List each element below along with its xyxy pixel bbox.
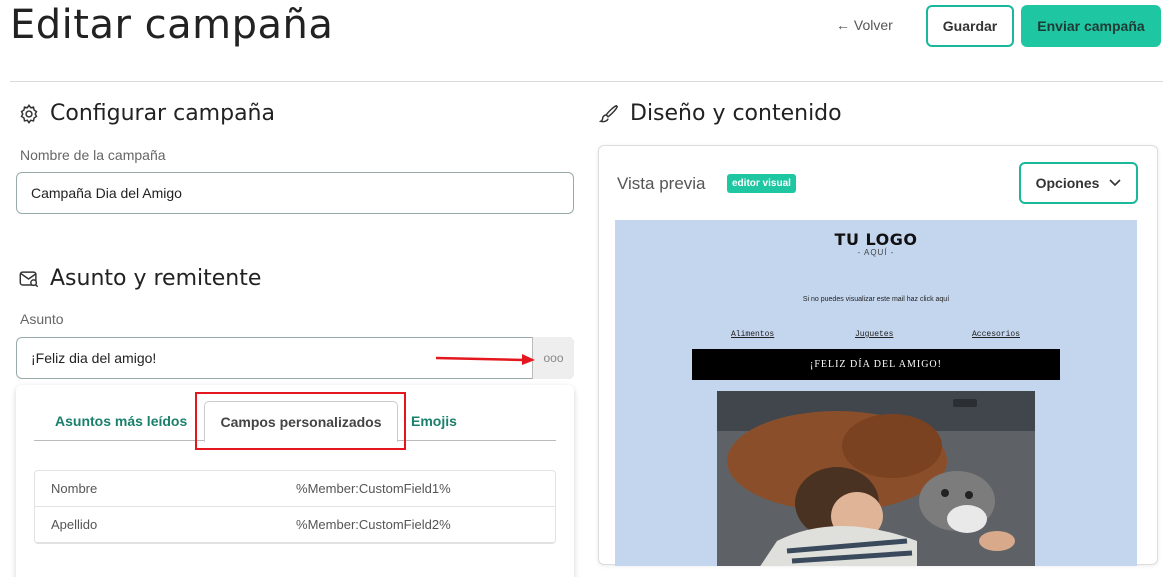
more-icon: ooo — [543, 351, 564, 365]
save-button[interactable]: Guardar — [926, 5, 1014, 47]
email-nav-accesorios[interactable]: Accesorios — [972, 330, 1020, 339]
field-tag: %Member:CustomField2% — [296, 517, 451, 532]
chevron-down-icon — [1109, 179, 1121, 187]
mail-search-icon — [19, 270, 39, 287]
annotation-arrow-icon — [436, 354, 535, 365]
subject-label: Asunto — [20, 311, 64, 327]
back-link[interactable]: ← Volver — [836, 17, 893, 33]
campaign-name-label: Nombre de la campaña — [20, 147, 166, 163]
config-section-title: Configurar campaña — [50, 101, 275, 126]
field-name: Apellido — [51, 517, 98, 532]
email-nav-juguetes[interactable]: Juguetes — [855, 330, 893, 339]
email-logo-sub: - AQUÍ - — [857, 248, 895, 257]
page-title: Editar campaña — [10, 2, 334, 48]
preview-label: Vista previa — [617, 174, 706, 193]
tab-asuntos-mas-leidos[interactable]: Asuntos más leídos — [55, 413, 187, 429]
subject-section-heading: Asunto y remitente — [18, 266, 261, 291]
email-nav-alimentos[interactable]: Alimentos — [731, 330, 774, 339]
design-section-title: Diseño y contenido — [630, 101, 842, 126]
preview-card: Vista previa editor visual Opciones TU L… — [598, 145, 1158, 566]
annotation-highlight-box — [195, 392, 406, 450]
send-campaign-button[interactable]: Enviar campaña — [1021, 5, 1161, 47]
email-logo: TU LOGO — [834, 230, 918, 249]
subject-section-title: Asunto y remitente — [50, 266, 262, 291]
email-notice: Si no puedes visualizar este mail haz cl… — [802, 296, 950, 303]
campaign-name-value: Campaña Dia del Amigo — [31, 185, 182, 201]
subject-more-button[interactable]: ooo — [532, 337, 574, 379]
gear-icon — [20, 103, 38, 124]
field-tag: %Member:CustomField1% — [296, 481, 451, 496]
header-divider — [10, 81, 1163, 82]
email-preview[interactable]: TU LOGO - AQUÍ - Si no puedes visualizar… — [615, 220, 1137, 566]
email-hero-image — [717, 391, 1035, 566]
brush-icon — [598, 104, 619, 122]
campaign-name-input[interactable]: Campaña Dia del Amigo — [16, 172, 574, 214]
design-section-heading: Diseño y contenido — [598, 101, 842, 126]
tab-emojis[interactable]: Emojis — [411, 413, 457, 429]
email-banner: ¡FELIZ DÍA DEL AMIGO! — [692, 349, 1060, 380]
options-dropdown[interactable]: Opciones — [1019, 162, 1138, 204]
custom-fields-table: Nombre %Member:CustomField1% Apellido %M… — [34, 470, 556, 544]
table-row[interactable]: Nombre %Member:CustomField1% — [35, 471, 555, 507]
table-row[interactable]: Apellido %Member:CustomField2% — [35, 507, 555, 543]
config-section-heading: Configurar campaña — [18, 101, 275, 126]
options-label: Opciones — [1035, 175, 1100, 191]
editor-visual-badge: editor visual — [727, 174, 796, 193]
field-name: Nombre — [51, 481, 98, 496]
subject-value: ¡Feliz dia del amigo! — [31, 350, 157, 366]
